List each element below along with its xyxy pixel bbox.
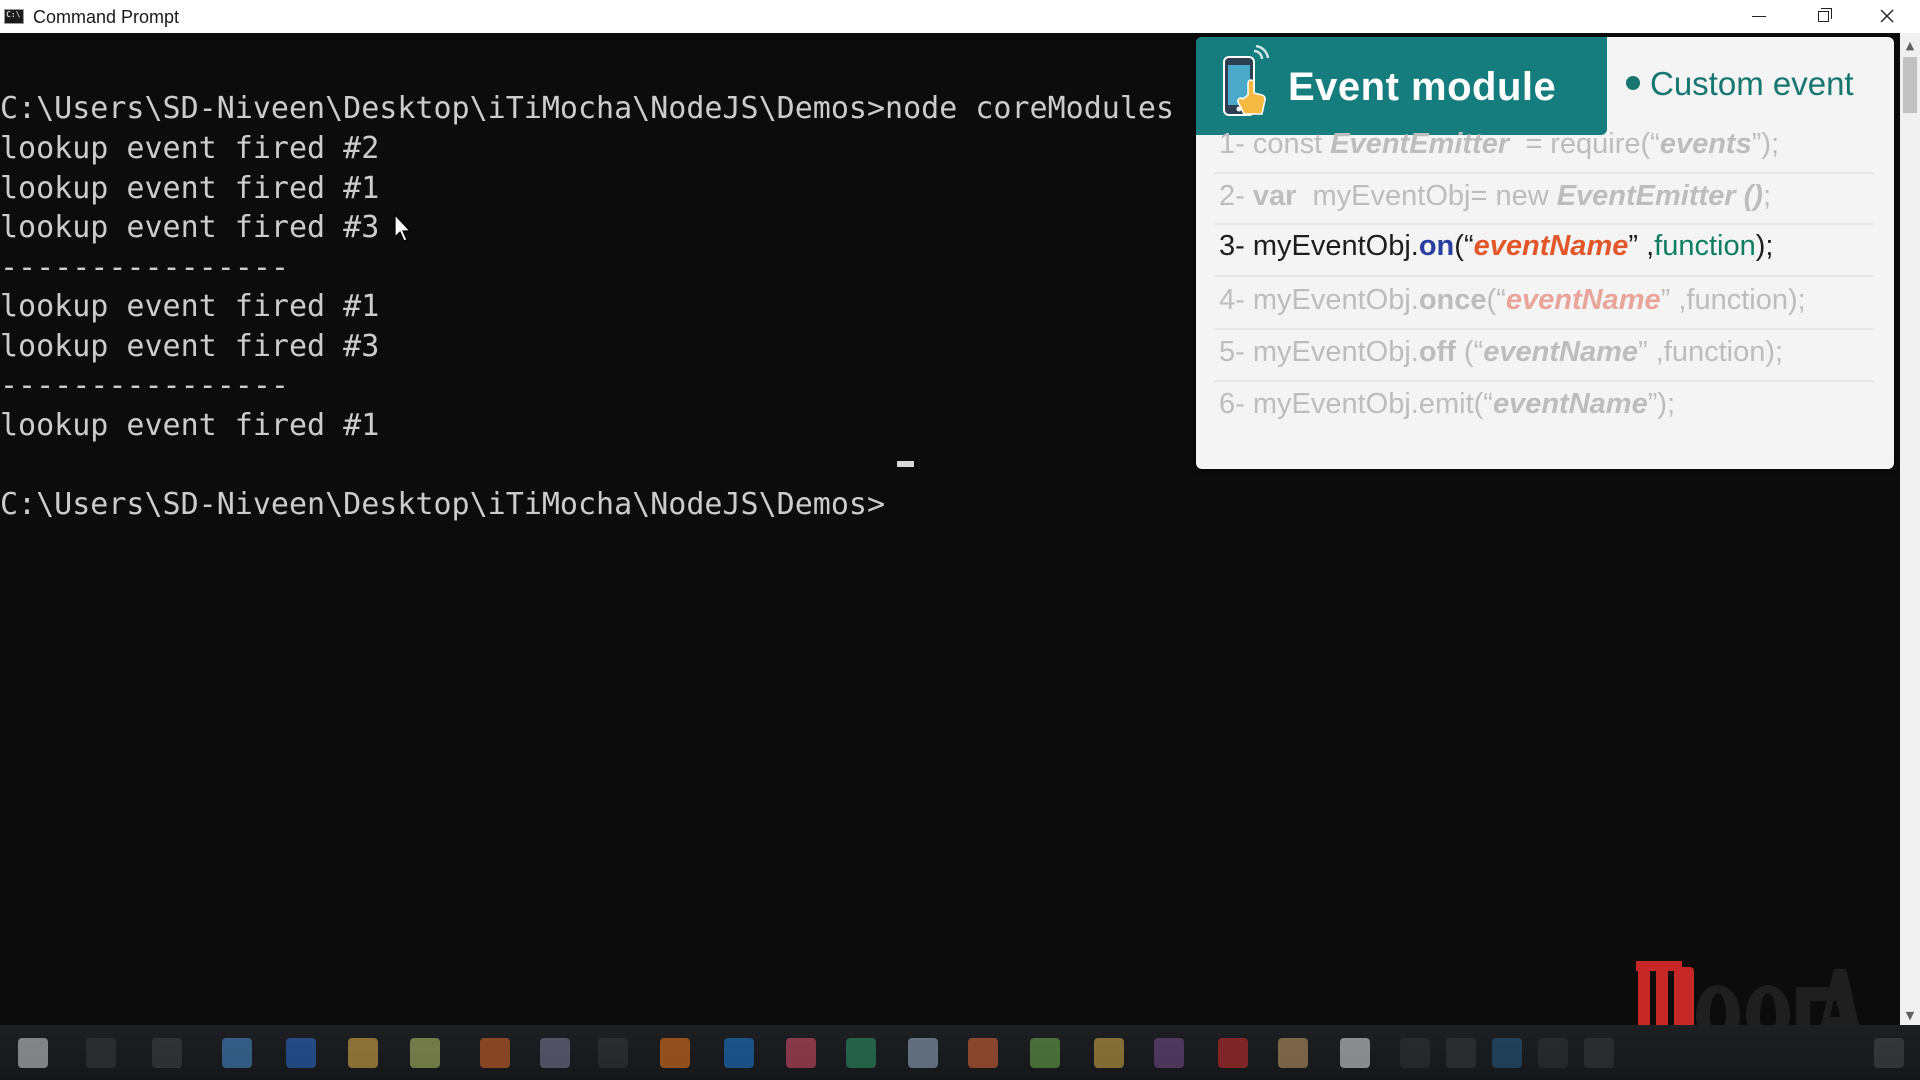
console-line: lookup event fired #3	[0, 210, 380, 245]
console-prompt: C:\Users\SD-Niveen\Desktop\iTiMocha\Node…	[0, 487, 886, 522]
command-prompt-taskbar-icon[interactable]	[598, 1038, 628, 1068]
tray-icon[interactable]	[1538, 1038, 1568, 1068]
tray-icon[interactable]	[1492, 1038, 1522, 1068]
taskbar-app-icon[interactable]	[480, 1038, 510, 1068]
console-line: lookup event fired #3	[0, 329, 380, 364]
subheading-label: Custom event	[1650, 65, 1854, 102]
taskbar-app-icon[interactable]	[1030, 1038, 1060, 1068]
scroll-thumb[interactable]	[1903, 57, 1917, 113]
divider	[1214, 172, 1874, 174]
vertical-scrollbar[interactable]: ▲ ▼	[1900, 33, 1920, 1025]
tray-icon[interactable]	[1400, 1038, 1430, 1068]
console-line: C:\Users\SD-Niveen\Desktop\iTiMocha\Node…	[0, 91, 1174, 126]
taskbar-app-icon[interactable]	[410, 1038, 440, 1068]
subheading: Custom event	[1626, 65, 1854, 103]
scroll-up-icon[interactable]: ▲	[1900, 35, 1920, 55]
divider	[1214, 328, 1874, 330]
task-view-icon[interactable]	[152, 1038, 182, 1068]
taskbar-app-icon[interactable]	[1094, 1038, 1124, 1068]
text-cursor	[897, 461, 914, 467]
code-line-3: 3- myEventObj.on(“eventName” ,function);	[1219, 230, 1774, 262]
notification-icon[interactable]	[1874, 1038, 1904, 1068]
restore-icon	[1817, 7, 1832, 22]
search-icon[interactable]	[86, 1038, 116, 1068]
taskbar-app-icon[interactable]	[724, 1038, 754, 1068]
event-module-card: Event module Custom event 1- const Event…	[1196, 37, 1894, 469]
bullet-icon	[1626, 76, 1640, 91]
screen: Command Prompt C:\Users\SD-Niveen\Deskto…	[0, 0, 1920, 1080]
code-line-4: 4- myEventObj.once(“eventName” ,function…	[1219, 284, 1806, 316]
taskbar-app-icon[interactable]	[846, 1038, 876, 1068]
console-line: lookup event fired #1	[0, 289, 380, 324]
start-button-icon[interactable]	[18, 1038, 48, 1068]
close-button[interactable]	[1856, 0, 1918, 32]
taskbar-app-icon[interactable]	[1278, 1038, 1308, 1068]
title-bar[interactable]: Command Prompt	[0, 0, 1920, 34]
scroll-down-icon[interactable]: ▼	[1900, 1005, 1920, 1025]
minimize-button[interactable]	[1728, 0, 1790, 32]
console-line: ----------------	[0, 250, 289, 285]
taskbar-app-icon[interactable]	[222, 1038, 252, 1068]
minimize-icon	[1752, 15, 1766, 17]
console-line: lookup event fired #1	[0, 171, 380, 206]
file-explorer-icon[interactable]	[348, 1038, 378, 1068]
code-line-1: 1- const EventEmitter = require(“events”…	[1219, 128, 1780, 160]
console-line: lookup event fired #2	[0, 131, 380, 166]
taskbar-app-icon[interactable]	[786, 1038, 816, 1068]
code-line-6: 6- myEventObj.emit(“eventName”);	[1219, 388, 1676, 420]
taskbar-app-icon[interactable]	[908, 1038, 938, 1068]
divider	[1214, 275, 1874, 277]
divider	[1214, 223, 1874, 225]
code-line-2: 2- var myEventObj= new EventEmitter ();	[1219, 180, 1772, 212]
close-icon	[1880, 9, 1894, 23]
command-prompt-icon	[4, 9, 24, 24]
taskbar	[0, 1025, 1920, 1080]
taskbar-app-icon[interactable]	[286, 1038, 316, 1068]
taskbar-app-icon[interactable]	[540, 1038, 570, 1068]
restore-button[interactable]	[1792, 0, 1854, 32]
taskbar-app-icon[interactable]	[1340, 1038, 1370, 1068]
console-line: lookup event fired #1	[0, 408, 380, 443]
taskbar-app-icon[interactable]	[1218, 1038, 1248, 1068]
taskbar-app-icon[interactable]	[1154, 1038, 1184, 1068]
code-line-5: 5- myEventObj.off (“eventName” ,function…	[1219, 336, 1784, 368]
console-line: ----------------	[0, 368, 289, 403]
card-heading: Event module	[1288, 65, 1557, 109]
window-title: Command Prompt	[33, 7, 180, 27]
taskbar-app-icon[interactable]	[968, 1038, 998, 1068]
tray-icon[interactable]	[1446, 1038, 1476, 1068]
taskbar-app-icon[interactable]	[660, 1038, 690, 1068]
tray-icon[interactable]	[1584, 1038, 1614, 1068]
phone-touch-icon	[1223, 45, 1270, 116]
card-header: Event module	[1196, 37, 1607, 135]
mouse-pointer-icon	[394, 213, 412, 242]
divider	[1214, 380, 1874, 382]
